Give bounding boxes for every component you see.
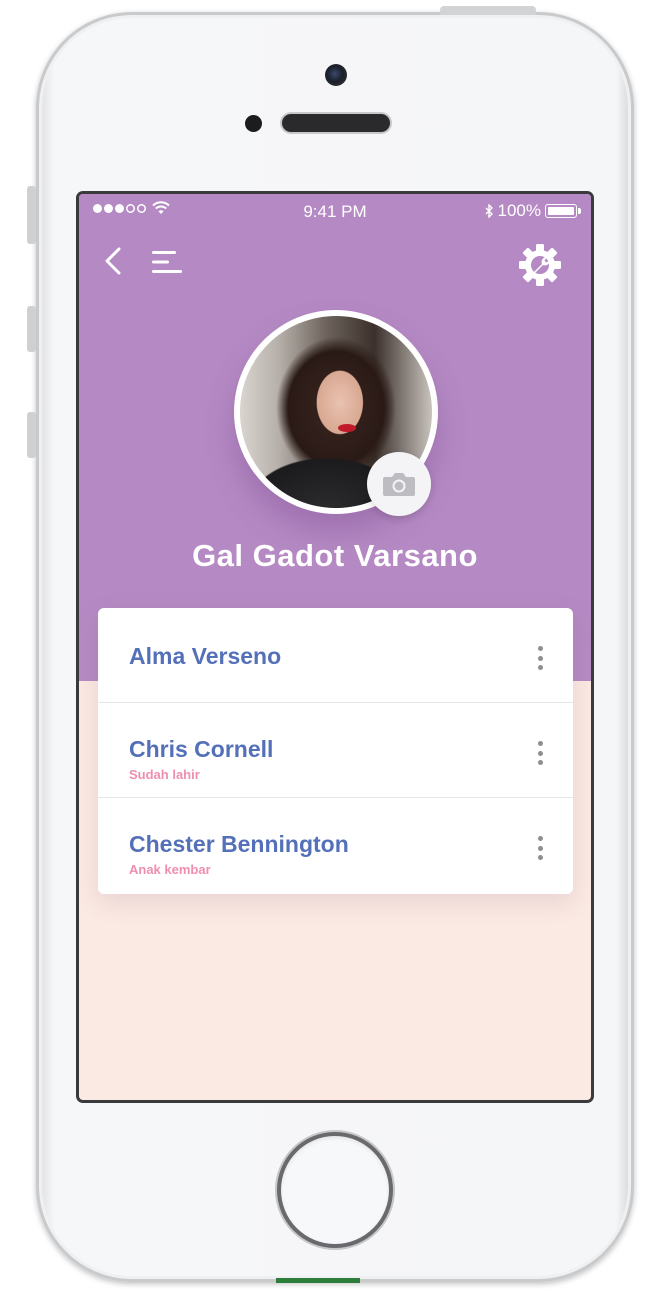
- list-item-title: Alma Verseno: [129, 643, 282, 669]
- list-item-subtitle: Sudah lahir: [129, 767, 200, 782]
- list-item-title: Chris Cornell: [129, 736, 274, 762]
- profile-name: Gal Gadot Varsano: [192, 538, 478, 573]
- status-right: 100%: [485, 201, 581, 221]
- list-item-title: Chester Bennington: [129, 831, 349, 857]
- change-photo-button[interactable]: [367, 452, 431, 516]
- list-item[interactable]: Chester Bennington Anak kembar: [98, 798, 573, 893]
- front-camera: [325, 64, 347, 86]
- menu-icon[interactable]: [151, 249, 183, 275]
- more-vertical-icon[interactable]: [538, 646, 544, 670]
- avatar-lips: [338, 424, 356, 432]
- bottom-accent: [276, 1278, 360, 1283]
- home-button[interactable]: [281, 1136, 389, 1244]
- more-vertical-icon[interactable]: [538, 836, 544, 860]
- list-item[interactable]: Alma Verseno: [98, 608, 573, 703]
- app-screen: 9:41 PM 100% Gal Gadot Varsano Alma Vers…: [79, 194, 591, 1100]
- settings-wrench-icon[interactable]: [517, 242, 563, 288]
- power-button: [440, 6, 536, 15]
- volume-down-button: [27, 412, 36, 458]
- contacts-card: Alma Verseno Chris Cornell Sudah lahir C…: [98, 608, 573, 894]
- camera-icon: [383, 473, 415, 496]
- proximity-sensor: [245, 115, 262, 132]
- list-item[interactable]: Chris Cornell Sudah lahir: [98, 703, 573, 798]
- mute-switch: [27, 186, 36, 244]
- bluetooth-icon: [485, 204, 493, 218]
- volume-up-button: [27, 306, 36, 352]
- chevron-left-icon[interactable]: [103, 246, 123, 276]
- list-item-subtitle: Anak kembar: [129, 862, 211, 877]
- battery-percent: 100%: [497, 201, 541, 220]
- status-bar: 9:41 PM 100%: [79, 194, 591, 230]
- battery-icon: [545, 204, 581, 218]
- earpiece-speaker: [282, 114, 390, 132]
- more-vertical-icon[interactable]: [538, 741, 544, 765]
